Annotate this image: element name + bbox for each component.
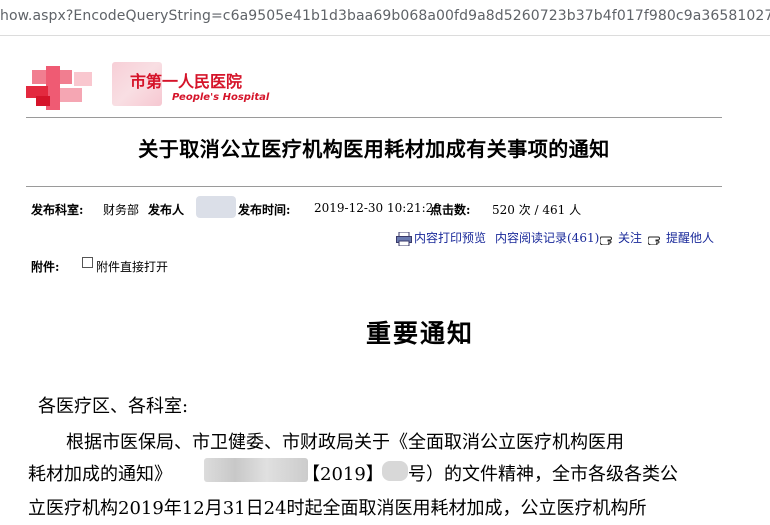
hospital-logo: 市第一人民医院 People's Hospital xyxy=(26,60,270,110)
divider-top xyxy=(26,117,722,118)
address-bar[interactable]: how.aspx?EncodeQueryString=c6a9505e41b1d… xyxy=(0,0,770,36)
read-log-link[interactable]: 内容阅读记录(461) xyxy=(495,229,599,246)
clicks-value: 520 次 / 461 人 xyxy=(492,203,582,217)
body-line-2b: 【2019】 xyxy=(302,464,384,485)
print-preview-label: 内容打印预览 xyxy=(414,231,487,245)
pointing-hand-icon xyxy=(648,236,660,245)
remind-label: 提醒他人 xyxy=(666,231,715,245)
page-title: 关于取消公立医疗机构医用耗材加成有关事项的通知 xyxy=(138,137,610,161)
follow-label: 关注 xyxy=(618,231,643,245)
body-line-3: 立医疗机构2019年12月31日24时起全面取消医用耗材加成，公立医疗机构所 xyxy=(28,498,647,519)
body-line-2a: 耗材加成的通知》 xyxy=(28,464,172,485)
follow-link[interactable]: 关注 xyxy=(600,229,642,246)
dept-value: 财务部 xyxy=(103,203,140,217)
publisher-blur xyxy=(196,196,236,218)
pointing-hand-icon xyxy=(600,236,612,245)
salutation: 各医疗区、各科室: xyxy=(38,396,189,417)
printer-icon xyxy=(396,231,412,246)
open-attachment-checkbox[interactable] xyxy=(82,257,93,268)
body-line-2c: 号）的文件精神，全市各级各类公 xyxy=(408,464,678,485)
url-text[interactable]: how.aspx?EncodeQueryString=c6a9505e41b1d… xyxy=(0,8,770,24)
hospital-name-en: People's Hospital xyxy=(172,92,270,103)
doc-number-blur xyxy=(204,458,308,482)
time-value: 2019-12-30 10:21:20 xyxy=(314,201,441,215)
dept-label: 发布科室: xyxy=(31,203,84,217)
red-cross-icon xyxy=(26,66,92,110)
clicks-label: 点击数: xyxy=(430,203,471,217)
open-attachment-label[interactable]: 附件直接打开 xyxy=(96,258,168,275)
publisher-label: 发布人 xyxy=(148,203,185,217)
hospital-name: 市第一人民医院 xyxy=(130,72,243,91)
body-line-1: 根据市医保局、市卫健委、市财政局关于《全面取消公立医疗机构医用 xyxy=(66,432,624,453)
doc-number-blur-2 xyxy=(382,461,408,481)
print-preview-link[interactable]: 内容打印预览 xyxy=(396,229,486,246)
remind-link[interactable]: 提醒他人 xyxy=(648,229,714,246)
notice-title: 重要通知 xyxy=(365,319,474,348)
divider-bottom xyxy=(26,186,722,187)
attachment-label: 附件: xyxy=(31,260,60,274)
time-label: 发布时间: xyxy=(238,203,291,217)
